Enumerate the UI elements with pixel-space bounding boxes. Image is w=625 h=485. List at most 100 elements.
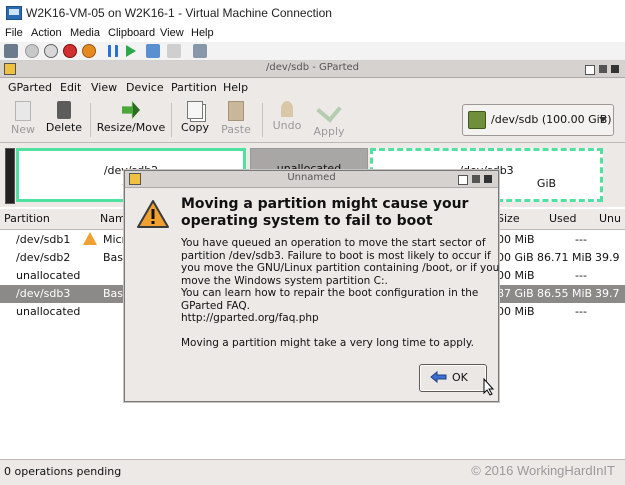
enhanced-session-icon[interactable] — [193, 44, 207, 58]
apply-icon — [316, 97, 342, 123]
dialog-message-line: you move the GNU/Linux partition contain… — [181, 262, 500, 274]
pause-icon[interactable] — [108, 45, 118, 57]
dialog-message-line: partition /dev/sdb3. Failure to boot is … — [181, 249, 491, 262]
toolbar-separator — [90, 103, 91, 137]
start-icon[interactable] — [25, 44, 39, 58]
device-selector-label: /dev/sdb (100.00 GiB) — [491, 113, 612, 126]
host-menu-action[interactable]: Action — [31, 27, 62, 39]
warning-icon — [137, 200, 169, 228]
save-icon[interactable] — [82, 44, 96, 58]
menu-view[interactable]: View — [91, 81, 117, 94]
host-menu-help[interactable]: Help — [191, 27, 214, 39]
dialog-heading: Moving a partition might cause your oper… — [181, 196, 486, 230]
revert-icon[interactable] — [167, 44, 181, 58]
host-menu-file[interactable]: File — [5, 27, 23, 39]
dialog-titlebar: Unnamed — [125, 171, 498, 188]
row-partition: unallocated — [16, 269, 81, 282]
dialog-close-icon[interactable] — [484, 175, 492, 183]
column-size[interactable]: Size — [497, 212, 520, 225]
row-used: --- — [575, 305, 587, 318]
paste-icon — [228, 101, 244, 121]
menu-partition[interactable]: Partition — [171, 81, 217, 94]
menu-help[interactable]: Help — [223, 81, 248, 94]
ctrl-alt-del-icon[interactable] — [4, 44, 18, 58]
row-size: 00 MiB — [497, 305, 535, 318]
undo-button[interactable]: Undo — [270, 101, 304, 132]
apply-button[interactable]: Apply — [311, 97, 347, 138]
ok-button-label: OK — [452, 371, 468, 384]
harddisk-icon — [468, 111, 486, 129]
warning-icon — [83, 232, 97, 245]
mouse-cursor-icon — [483, 378, 495, 396]
menu-gparted[interactable]: GParted — [8, 81, 52, 94]
resize-move-button[interactable]: Resize/Move — [96, 101, 166, 134]
new-icon — [15, 101, 31, 121]
row-used: --- — [575, 269, 587, 282]
dialog-minimize-icon[interactable] — [458, 175, 468, 185]
row-used: --- — [575, 233, 587, 246]
ok-button[interactable]: OK — [419, 364, 487, 392]
ok-arrow-icon — [430, 370, 447, 384]
checkpoint-icon[interactable] — [146, 44, 160, 58]
toolbar-separator — [171, 103, 172, 137]
host-menu-bar: File Action Media Clipboard View Help — [0, 26, 625, 42]
copy-icon — [187, 101, 203, 119]
reset-icon[interactable] — [126, 45, 136, 57]
status-text: 0 operations pending — [4, 465, 122, 478]
app-icon — [6, 6, 22, 20]
dialog-message-line — [181, 325, 486, 338]
row-size: 00 GiB — [497, 251, 534, 264]
minimize-icon[interactable] — [585, 65, 595, 75]
dialog-message-line: GParted FAQ. — [181, 299, 251, 312]
host-menu-clipboard[interactable]: Clipboard — [108, 27, 155, 39]
host-menu-view[interactable]: View — [160, 27, 184, 39]
dialog-message-line: You have queued an operation to move the… — [181, 237, 486, 249]
dialog-title: Unnamed — [287, 172, 336, 183]
menu-device[interactable]: Device — [126, 81, 164, 94]
host-window-titlebar: W2K16-VM-05 on W2K16-1 - Virtual Machine… — [0, 0, 625, 27]
paste-button[interactable]: Paste — [218, 101, 254, 136]
gparted-menu-bar: GParted Edit View Device Partition Help — [0, 78, 625, 97]
dialog-maximize-icon[interactable] — [472, 175, 480, 183]
dialog-message-line: http://gparted.org/faq.php — [181, 312, 319, 324]
column-name[interactable]: Nam — [100, 212, 126, 225]
disk-map-sdb1[interactable] — [5, 148, 15, 204]
turnoff-icon[interactable] — [44, 44, 58, 58]
dialog-message-line: You can learn how to repair the boot con… — [181, 287, 479, 299]
column-used[interactable]: Used — [549, 212, 577, 225]
warning-dialog: Unnamed Moving a partition might cause y… — [124, 170, 499, 402]
device-selector[interactable]: /dev/sdb (100.00 GiB) — [462, 104, 614, 136]
row-name: Basi — [103, 287, 127, 300]
new-button[interactable]: New — [8, 101, 38, 136]
resize-move-icon — [122, 101, 140, 119]
undo-icon — [281, 101, 293, 117]
dialog-message-line: move the Windows system partition C:. — [181, 274, 388, 287]
row-size: 87 GiB — [497, 287, 534, 300]
dialog-message: You have queued an operation to move the… — [181, 237, 500, 350]
close-icon[interactable] — [611, 65, 619, 73]
row-partition: /dev/sdb3 — [16, 287, 71, 300]
row-used: 86.71 MiB — [537, 251, 593, 264]
row-used: 86.55 MiB — [537, 287, 593, 300]
delete-button[interactable]: Delete — [44, 101, 84, 134]
row-size: 00 MiB — [497, 233, 535, 246]
column-partition[interactable]: Partition — [4, 212, 50, 225]
host-toolbar — [0, 42, 625, 61]
copy-button[interactable]: Copy — [178, 101, 212, 134]
shutdown-icon[interactable] — [63, 44, 77, 58]
host-menu-media[interactable]: Media — [70, 27, 100, 39]
status-bar: 0 operations pending © 2016 WorkingHardI… — [0, 459, 625, 485]
row-unused: 39.7 — [595, 287, 620, 300]
row-name: Micr — [103, 233, 127, 246]
row-partition: /dev/sdb2 — [16, 251, 71, 264]
dropdown-icon — [599, 117, 607, 122]
gparted-titlebar: /dev/sdb - GParted — [0, 61, 625, 78]
dialog-heading-line: operating system to fail to boot — [181, 213, 433, 229]
gparted-window-title: /dev/sdb - GParted — [265, 62, 360, 73]
menu-edit[interactable]: Edit — [60, 81, 81, 94]
maximize-icon[interactable] — [599, 65, 607, 73]
watermark-text: © 2016 WorkingHardInIT — [471, 463, 615, 478]
row-size: 00 MiB — [497, 269, 535, 282]
column-unused[interactable]: Unu — [599, 212, 621, 225]
delete-icon — [57, 101, 71, 119]
